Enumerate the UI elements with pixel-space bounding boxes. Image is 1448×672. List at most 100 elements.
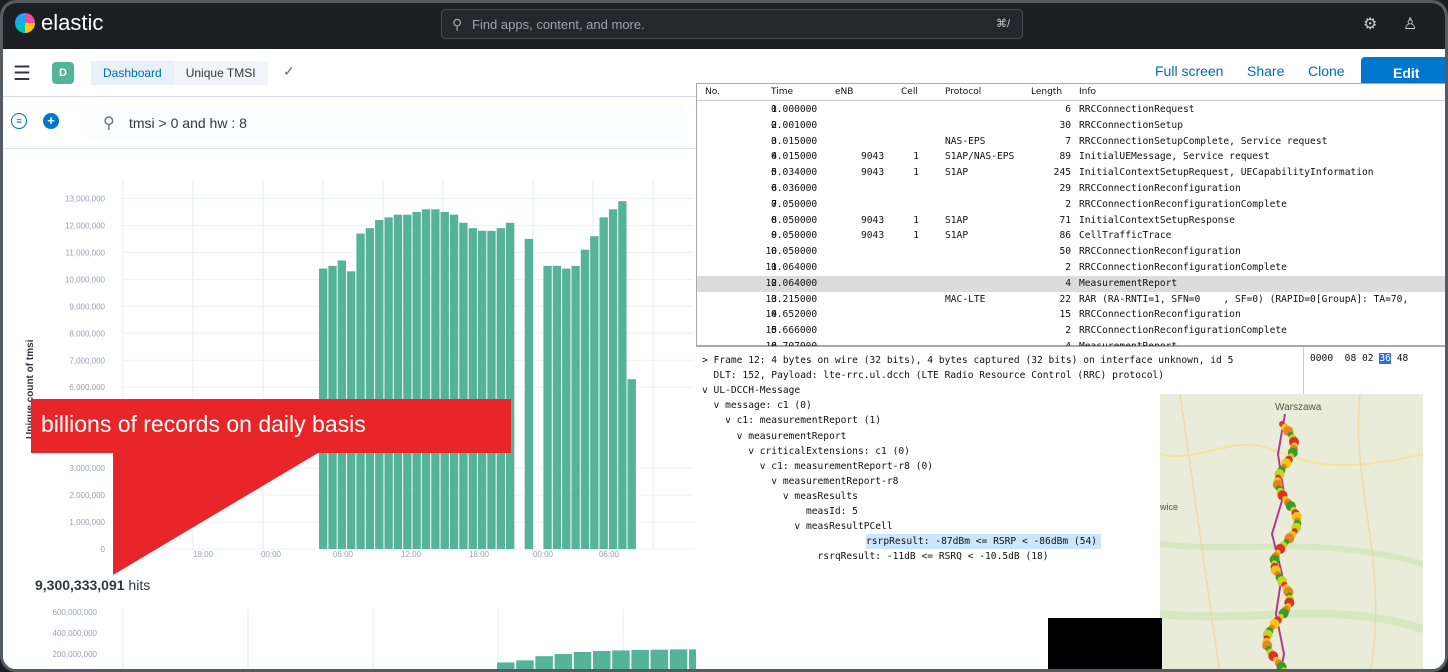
search-placeholder: Find apps, content, and more. [472, 17, 645, 32]
col-cell[interactable]: Cell [901, 87, 918, 97]
help-icon[interactable]: ⚙ [1363, 14, 1377, 34]
packet-row[interactable]: 8 0.050000 9043 1 S1AP 71 InitialContextSetupR… [697, 213, 1445, 229]
elastic-logo[interactable]: elastic [15, 10, 103, 36]
bar [384, 217, 393, 549]
packet-cell: 8 [771, 214, 777, 226]
x-tick-label: 06:00 [599, 550, 620, 559]
packet-row[interactable]: 9 0.050000 9043 1 S1AP 86 CellTrafficTrace [697, 228, 1445, 244]
hits-label: hits [128, 577, 151, 593]
hex-byte[interactable]: 48 [1397, 353, 1409, 364]
detail-tree-node[interactable]: v measResultPCell [702, 519, 892, 534]
detail-tree-node[interactable]: v message: c1 (0) [702, 398, 812, 413]
detail-tree-node[interactable]: v c1: measurementReport (1) [702, 413, 881, 428]
bar [612, 650, 630, 669]
detail-tree-node[interactable]: v measurementReport-r8 [702, 474, 898, 489]
add-filter-icon[interactable]: + [43, 113, 59, 129]
detail-tree-node[interactable]: v measurementReport [702, 429, 847, 444]
col-protocol[interactable]: Protocol [945, 87, 981, 97]
x-tick-label: 00:00 [533, 550, 554, 559]
detail-tree-node[interactable]: DLT: 152, Payload: lte-rrc.ul.dcch (LTE … [702, 368, 1165, 383]
hex-byte[interactable]: 08 [1345, 353, 1357, 364]
y-tick-label: 400,000,000 [53, 629, 98, 638]
col-length[interactable]: Length [1031, 87, 1062, 97]
query-text: tmsi > 0 and hw : 8 [129, 115, 247, 131]
col-info[interactable]: Info [1079, 87, 1096, 97]
packet-row[interactable]: 13 0.215000 MAC-LTE 22 RAR (RA-RNTI=1, SFN=0… [697, 292, 1445, 308]
packet-cell: 0.064000 [771, 262, 818, 273]
bar [571, 265, 580, 549]
packet-row[interactable]: 7 0.050000 2 RRCConnectionReconfigurationCo… [697, 197, 1445, 213]
clone-link[interactable]: Clone [1308, 63, 1345, 79]
bar [421, 209, 431, 549]
detail-tree-node[interactable]: rsrqResult: -11dB <= RSRQ < -10.5dB (18) [702, 549, 1049, 564]
space-avatar[interactable]: D [52, 62, 74, 84]
detail-tree-node[interactable]: v criticalExtensions: c1 (0) [702, 444, 910, 459]
global-search-input[interactable]: ⚲ Find apps, content, and more. ⌘/ [441, 9, 1023, 39]
breadcrumb-dashboard[interactable]: Dashboard [91, 61, 174, 85]
user-menu-icon[interactable]: ♙ [1403, 14, 1417, 34]
packet-cell: 0.015000 [771, 151, 818, 163]
detail-tree-node[interactable]: > Frame 12: 4 bytes on wire (32 bits), 4… [702, 353, 1233, 368]
y-tick-label: 3,000,000 [69, 464, 105, 473]
packet-cell: 0.652000 [771, 309, 818, 321]
bar [627, 379, 636, 549]
packet-cell: 1 [913, 214, 919, 226]
packet-cell: 0.036000 [771, 183, 818, 194]
col-time[interactable]: Time [771, 87, 793, 97]
hamburger-menu-icon[interactable]: ☰ [13, 61, 31, 86]
breadcrumb-unique-tmsi[interactable]: Unique TMSI [173, 61, 268, 85]
packet-row[interactable]: 15 0.666000 2 RRCConnectionReconfigurationC… [697, 323, 1445, 339]
col-no[interactable]: No. [705, 87, 720, 97]
bar [412, 211, 421, 550]
packet-row[interactable]: 6 0.036000 29 RRCConnectionReconfiguration [697, 181, 1445, 197]
packet-cell: 245 [1053, 167, 1071, 179]
query-input[interactable]: ⚲ tmsi > 0 and hw : 8 [87, 105, 687, 141]
packet-row[interactable]: 14 0.652000 15 RRCConnectionReconfiguration [697, 307, 1445, 323]
y-tick-label: 9,000,000 [69, 302, 105, 311]
col-enb[interactable]: eNB [835, 87, 853, 97]
fullscreen-link[interactable]: Full screen [1155, 63, 1223, 79]
detail-tree-node[interactable]: v UL-DCCH-Message [702, 383, 800, 398]
packet-cell: 1 [771, 104, 777, 115]
packet-cell: 12 [765, 277, 777, 289]
packet-cell: 9043 [861, 167, 885, 179]
logo-text: elastic [41, 10, 104, 35]
packet-row[interactable]: 3 0.015000 NAS-EPS 7 RRCConnectionSetupCompl… [697, 134, 1445, 150]
packet-cell: 0.050000 [771, 214, 818, 226]
packet-row[interactable]: 11 0.064000 2 RRCConnectionReconfigurationC… [697, 260, 1445, 276]
breadcrumb: Dashboard Unique TMSI [91, 61, 268, 85]
bar [593, 650, 611, 669]
packet-row[interactable]: 12 0.064000 4 MeasurementReport [697, 275, 1445, 292]
share-link[interactable]: Share [1247, 63, 1284, 79]
packet-cell: 22 [1059, 293, 1071, 305]
y-tick-label: 1,000,000 [69, 518, 105, 527]
bar [393, 214, 403, 550]
detail-tree-node[interactable]: v measResults [702, 489, 858, 504]
packet-row[interactable]: 1 0.000000 6 RRCConnectionRequest [697, 102, 1445, 118]
packet-cell: MAC-LTE [945, 293, 986, 305]
packet-cell: 9 [771, 230, 777, 242]
y-tick-label: 11,000,000 [66, 248, 106, 257]
packet-cell: 15 [1059, 309, 1071, 321]
bar [580, 249, 590, 549]
detail-tree-node[interactable]: rsrpResult: -87dBm <= RSRP < -86dBm (54) [866, 534, 1102, 550]
packet-cell: 9043 [861, 214, 885, 226]
filter-options-icon[interactable]: ≡ [11, 113, 27, 129]
coverage-map[interactable]: Warszawa wice [1160, 394, 1423, 669]
packet-row[interactable]: 2 0.001000 30 RRCConnectionSetup [697, 118, 1445, 134]
y-tick-label: 6,000,000 [69, 383, 105, 392]
hex-byte[interactable]: 02 [1362, 353, 1374, 364]
detail-tree-node[interactable]: v c1: measurementReport-r8 (0) [702, 459, 933, 474]
packet-row[interactable]: 4 0.015000 9043 1 S1AP/NAS-EPS 89 InitialUEMes… [697, 149, 1445, 165]
detail-tree-node[interactable]: measId: 5 [702, 504, 858, 519]
packet-cell: 0.001000 [771, 119, 818, 131]
hex-byte-selected[interactable]: 36 [1379, 353, 1391, 364]
query-bar: ≡ + ⚲ tmsi > 0 and hw : 8 [3, 97, 703, 149]
packet-row[interactable]: 5 0.034000 9043 1 S1AP 245 InitialContextSetup… [697, 165, 1445, 181]
bar [552, 265, 562, 549]
packet-row[interactable]: 10 0.050000 50 RRCConnectionReconfiguration [697, 244, 1445, 260]
packet-cell: 0.050000 [771, 246, 818, 258]
bar [631, 649, 649, 669]
x-tick-label: 12:00 [401, 550, 422, 559]
packet-cell: 1 [913, 151, 919, 163]
